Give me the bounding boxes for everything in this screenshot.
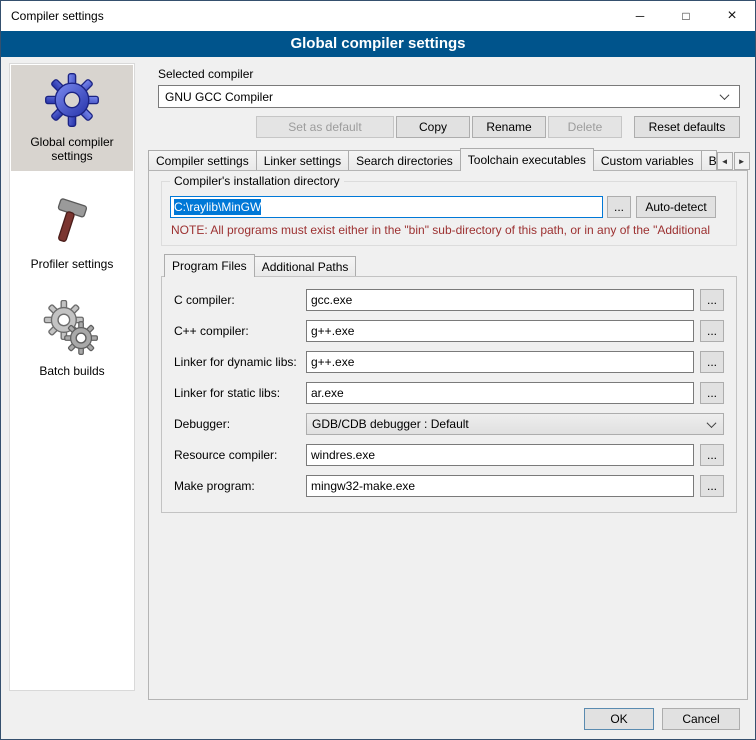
hammer-tool-icon xyxy=(42,192,102,252)
sidebar-item-global-compiler-settings[interactable]: Global compiler settings xyxy=(11,65,133,171)
program-files-panel: C compiler: ... C++ compiler: ... Linker… xyxy=(161,276,737,513)
static-linker-browse-button[interactable]: ... xyxy=(700,382,724,404)
dynamic-linker-input[interactable] xyxy=(306,351,694,373)
installation-directory-group: Compiler's installation directory C:\ray… xyxy=(161,181,737,246)
cancel-button[interactable]: Cancel xyxy=(662,708,740,730)
settings-tabs: Compiler settings Linker settings Search… xyxy=(148,148,752,170)
rename-button[interactable]: Rename xyxy=(472,116,546,138)
sidebar-item-label: Batch builds xyxy=(39,364,104,378)
chevron-down-icon xyxy=(720,90,730,100)
sidebar-item-batch-builds[interactable]: Batch builds xyxy=(11,294,133,385)
install-dir-input[interactable]: C:\raylib\MinGW xyxy=(170,196,603,218)
page-title: Global compiler settings xyxy=(1,31,755,57)
close-icon[interactable]: × xyxy=(709,1,755,31)
c-compiler-label: C compiler: xyxy=(174,293,306,307)
dynamic-linker-row: Linker for dynamic libs: ... xyxy=(174,351,724,373)
debugger-select[interactable]: GDB/CDB debugger : Default xyxy=(306,413,724,435)
delete-button[interactable]: Delete xyxy=(548,116,622,138)
toolchain-executables-panel: Compiler's installation directory C:\ray… xyxy=(148,170,748,700)
static-linker-input[interactable] xyxy=(306,382,694,404)
installation-directory-label: Compiler's installation directory xyxy=(170,174,344,188)
dialog-footer: OK Cancel xyxy=(584,708,740,730)
c-compiler-browse-button[interactable]: ... xyxy=(700,289,724,311)
install-dir-browse-button[interactable]: ... xyxy=(607,196,631,218)
sidebar-item-label: Global compiler settings xyxy=(13,135,131,164)
make-program-row: Make program: ... xyxy=(174,475,724,497)
cpp-compiler-label: C++ compiler: xyxy=(174,324,306,338)
debugger-label: Debugger: xyxy=(174,417,306,431)
tab-program-files[interactable]: Program Files xyxy=(164,254,255,277)
maximize-icon[interactable]: □ xyxy=(663,1,709,31)
compiler-select[interactable]: GNU GCC Compiler xyxy=(158,85,740,108)
tab-compiler-settings[interactable]: Compiler settings xyxy=(148,150,257,170)
debugger-select-value: GDB/CDB debugger : Default xyxy=(312,417,469,431)
gray-gears-icon xyxy=(42,299,102,359)
debugger-row: Debugger: GDB/CDB debugger : Default xyxy=(174,413,724,435)
cpp-compiler-row: C++ compiler: ... xyxy=(174,320,724,342)
settings-category-list: Global compiler settings Profiler settin… xyxy=(9,63,135,691)
install-dir-selected-text: C:\raylib\MinGW xyxy=(174,199,261,215)
window-controls: ─ □ × xyxy=(617,1,755,31)
set-as-default-button[interactable]: Set as default xyxy=(256,116,394,138)
minimize-icon[interactable]: ─ xyxy=(617,1,663,31)
make-program-browse-button[interactable]: ... xyxy=(700,475,724,497)
compiler-actions: Set as default Copy Rename Delete Reset … xyxy=(158,116,740,138)
tab-build-truncated[interactable]: Buil xyxy=(701,150,717,170)
blue-gear-icon xyxy=(42,70,102,130)
c-compiler-input[interactable] xyxy=(306,289,694,311)
resource-compiler-row: Resource compiler: ... xyxy=(174,444,724,466)
sidebar-item-profiler-settings[interactable]: Profiler settings xyxy=(11,187,133,278)
main-panel: Selected compiler GNU GCC Compiler Set a… xyxy=(146,61,752,700)
tab-toolchain-executables[interactable]: Toolchain executables xyxy=(460,148,594,171)
cpp-compiler-browse-button[interactable]: ... xyxy=(700,320,724,342)
installation-directory-row: C:\raylib\MinGW ... Auto-detect xyxy=(170,196,728,218)
static-linker-label: Linker for static libs: xyxy=(174,386,306,400)
make-program-label: Make program: xyxy=(174,479,306,493)
tab-additional-paths[interactable]: Additional Paths xyxy=(254,256,357,276)
tab-linker-settings[interactable]: Linker settings xyxy=(256,150,349,170)
resource-compiler-browse-button[interactable]: ... xyxy=(700,444,724,466)
tab-scroll-left-icon[interactable]: ◄ xyxy=(717,152,733,170)
chevron-down-icon xyxy=(707,418,717,428)
compiler-select-value: GNU GCC Compiler xyxy=(165,90,273,104)
tab-custom-variables[interactable]: Custom variables xyxy=(593,150,702,170)
reset-defaults-button[interactable]: Reset defaults xyxy=(634,116,740,138)
tab-scroll-right-icon[interactable]: ► xyxy=(734,152,750,170)
dynamic-linker-label: Linker for dynamic libs: xyxy=(174,355,306,369)
c-compiler-row: C compiler: ... xyxy=(174,289,724,311)
static-linker-row: Linker for static libs: ... xyxy=(174,382,724,404)
program-files-notebook: Program Files Additional Paths C compile… xyxy=(161,254,737,513)
make-program-input[interactable] xyxy=(306,475,694,497)
compiler-settings-window: Compiler settings ─ □ × Global compiler … xyxy=(0,0,756,740)
cpp-compiler-input[interactable] xyxy=(306,320,694,342)
sidebar-item-label: Profiler settings xyxy=(31,257,114,271)
selected-compiler-label: Selected compiler xyxy=(158,67,740,81)
window-title: Compiler settings xyxy=(1,9,104,23)
note-text: NOTE: All programs must exist either in … xyxy=(171,223,727,237)
resource-compiler-input[interactable] xyxy=(306,444,694,466)
dynamic-linker-browse-button[interactable]: ... xyxy=(700,351,724,373)
tab-scroll-buttons: ◄ ► xyxy=(716,152,750,170)
resource-compiler-label: Resource compiler: xyxy=(174,448,306,462)
title-bar: Compiler settings ─ □ × xyxy=(1,1,755,31)
tab-search-directories[interactable]: Search directories xyxy=(348,150,461,170)
copy-button[interactable]: Copy xyxy=(396,116,470,138)
ok-button[interactable]: OK xyxy=(584,708,654,730)
program-files-tabs: Program Files Additional Paths xyxy=(161,254,737,276)
auto-detect-button[interactable]: Auto-detect xyxy=(636,196,716,218)
